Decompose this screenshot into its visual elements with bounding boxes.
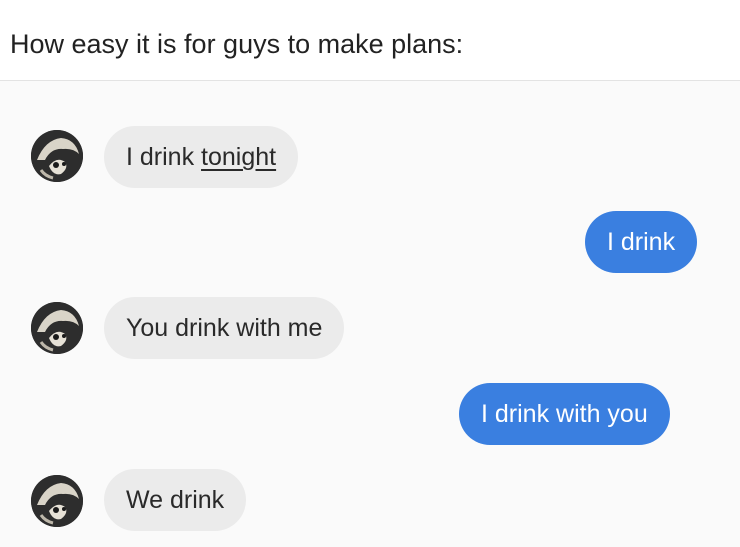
caption-bar: How easy it is for guys to make plans: — [0, 0, 740, 81]
avatar-icon[interactable] — [31, 130, 83, 182]
message-text: I drink with you — [481, 400, 648, 428]
chat-thread: I drink tonight I drink You drink with m… — [0, 81, 740, 547]
outgoing-message-bubble: I drink with you — [459, 383, 670, 445]
incoming-message-bubble: I drink tonight — [104, 126, 299, 188]
avatar-image — [31, 130, 83, 182]
avatar-icon[interactable] — [31, 475, 83, 527]
avatar-image — [31, 475, 83, 527]
message-text: I drink — [607, 228, 676, 256]
outgoing-message-bubble: I drink — [585, 211, 698, 273]
avatar-icon[interactable] — [31, 302, 83, 354]
caption-text: How easy it is for guys to make plans: — [10, 29, 464, 59]
avatar-image — [31, 302, 83, 354]
underlined-link-text[interactable]: tonight — [201, 143, 276, 171]
incoming-message-bubble: We drink — [104, 469, 247, 531]
message-text: You drink with me — [126, 314, 323, 342]
message-text: We drink — [126, 486, 225, 514]
message-text: I drink — [126, 143, 202, 171]
incoming-message-bubble: You drink with me — [104, 297, 345, 359]
